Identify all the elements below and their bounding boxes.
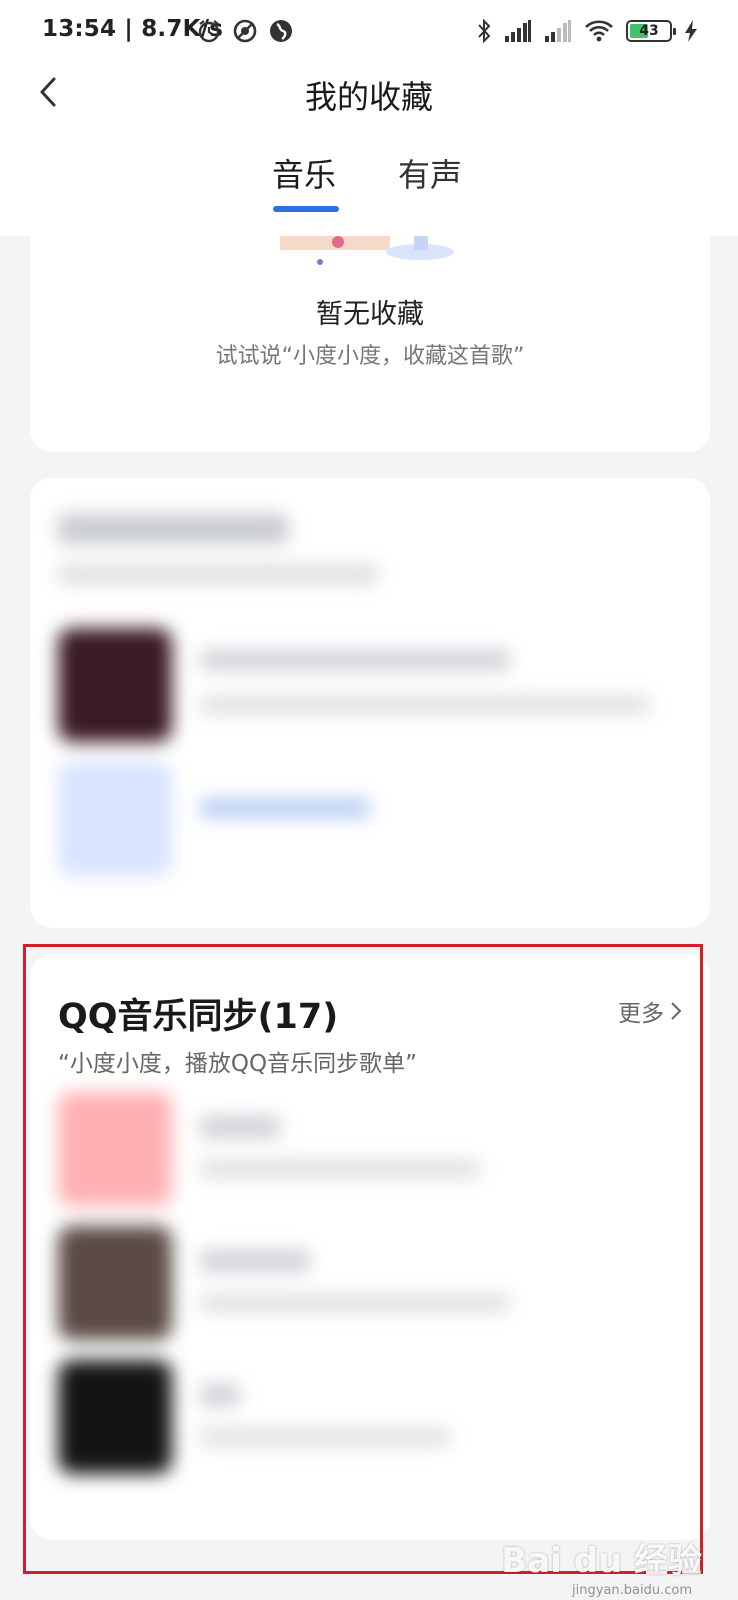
vpn-icon: [233, 19, 257, 43]
playlist-3-title: [200, 1384, 240, 1406]
chevron-right-icon: [671, 1002, 682, 1020]
wifi-icon: [585, 20, 613, 42]
playlist-1-meta: [200, 1160, 480, 1178]
playlist-3-meta: [200, 1428, 450, 1446]
blurred-row-1-title: [200, 650, 510, 670]
qq-sync-title: QQ音乐同步(17): [58, 997, 339, 1037]
playlist-2-title: [200, 1250, 310, 1272]
more-label: 更多: [618, 1001, 664, 1027]
bluetooth-icon: [478, 18, 491, 44]
charging-icon: [685, 20, 697, 42]
battery-level: 43: [639, 23, 659, 39]
alarm-icon: [198, 20, 220, 43]
blurred-row-2-title: [200, 798, 370, 818]
tab-bar: 音乐 有声: [0, 150, 738, 220]
empty-favorites-card: 暂无收藏 试试说“小度小度，收藏这首歌”: [30, 206, 710, 452]
blurred-subtitle: [58, 564, 378, 584]
watermark-logo: Bai du 经验: [501, 1541, 702, 1581]
more-button[interactable]: 更多: [618, 994, 682, 1028]
empty-illustration-icon: [280, 236, 454, 265]
blurred-title: [58, 514, 288, 544]
status-notification-icons: [196, 18, 294, 44]
blurred-playlist-card: [30, 478, 710, 928]
tab-audiobooks[interactable]: 有声: [398, 150, 462, 196]
blurred-cover-1[interactable]: [58, 628, 172, 742]
empty-state-title: 暂无收藏: [316, 299, 424, 330]
playlist-1-title: [200, 1116, 280, 1138]
tab-music[interactable]: 音乐: [272, 150, 336, 196]
empty-state-hint: 试试说“小度小度，收藏这首歌”: [215, 344, 525, 369]
page-title: 我的收藏: [304, 78, 433, 116]
qq-music-sync-card: QQ音乐同步(17) 更多 “小度小度，播放QQ音乐同步歌单”: [30, 954, 710, 1540]
blurred-row-1-meta: [200, 696, 650, 714]
playlist-cover-2[interactable]: [58, 1226, 172, 1340]
blurred-cover-2[interactable]: [58, 762, 172, 876]
browser-icon: [270, 20, 292, 42]
qq-sync-subtitle: “小度小度，播放QQ音乐同步歌单”: [58, 1051, 418, 1077]
watermark-url: jingyan.baidu.com: [572, 1583, 692, 1598]
signal-2-icon: [545, 20, 571, 42]
battery-icon: 43: [626, 20, 676, 42]
app-header: 13:54 | 8.7K/s 43 我的收藏 音乐 有声: [0, 0, 738, 236]
active-tab-indicator: [273, 206, 339, 212]
playlist-cover-3[interactable]: [58, 1360, 172, 1474]
playlist-2-meta: [200, 1294, 510, 1312]
status-system-icons: 43: [476, 18, 698, 44]
status-bar: 13:54 | 8.7K/s 43: [0, 0, 738, 64]
signal-icon: [505, 20, 531, 42]
playlist-cover-1[interactable]: [58, 1092, 172, 1206]
